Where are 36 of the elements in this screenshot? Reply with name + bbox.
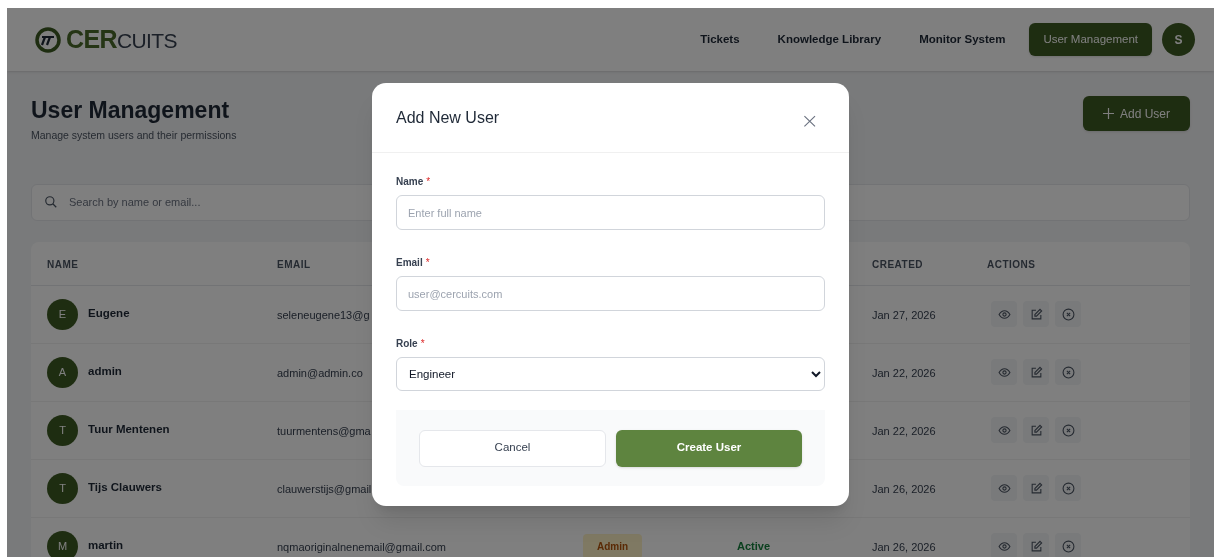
page-subtitle: Manage system users and their permissions — [31, 127, 237, 143]
user-name: Eugene — [88, 306, 130, 322]
user-name: admin — [88, 364, 122, 380]
column-header: CREATED — [872, 259, 924, 270]
user-avatar: T — [47, 414, 78, 446]
field-label: Email — [396, 256, 423, 270]
required-asterisk: * — [420, 337, 425, 351]
user-name: martin — [88, 538, 124, 554]
user-avatar: T — [47, 472, 78, 504]
required-asterisk: * — [426, 175, 431, 189]
user-email: tuurmentens@gma — [277, 425, 371, 437]
created-date: Jan 26, 2026 — [872, 483, 936, 495]
user-email: clauwerstijs@gmail — [277, 483, 372, 495]
user-name: Tijs Clauwers — [88, 480, 162, 496]
field-label: Name — [396, 175, 424, 189]
field-label: Role — [396, 337, 418, 351]
created-date: Jan 22, 2026 — [872, 425, 936, 437]
user-email: nqmaoriginalnenemail@gmail.com — [277, 541, 446, 553]
status-text: Active — [737, 538, 771, 554]
created-date: Jan 27, 2026 — [872, 309, 936, 321]
user-avatar: A — [47, 356, 78, 388]
user-avatar: M — [47, 530, 78, 557]
page-title: User Management — [31, 96, 231, 125]
column-header: ACTIONS — [987, 259, 1036, 270]
user-avatar: E — [47, 298, 78, 330]
created-date: Jan 22, 2026 — [872, 367, 936, 379]
user-name: Tuur Mentenen — [88, 422, 170, 438]
role-badge: Admin — [583, 534, 643, 557]
modal-title: Add New User — [396, 107, 500, 128]
required-asterisk: * — [425, 256, 430, 270]
logo-text: CERCUITS — [66, 27, 177, 52]
created-date: Jan 26, 2026 — [872, 541, 936, 553]
column-header: EMAIL — [277, 259, 311, 270]
column-header: NAME — [47, 259, 79, 270]
user-email: admin@admin.co — [277, 367, 363, 379]
user-email: seleneugene13@g — [277, 309, 370, 321]
